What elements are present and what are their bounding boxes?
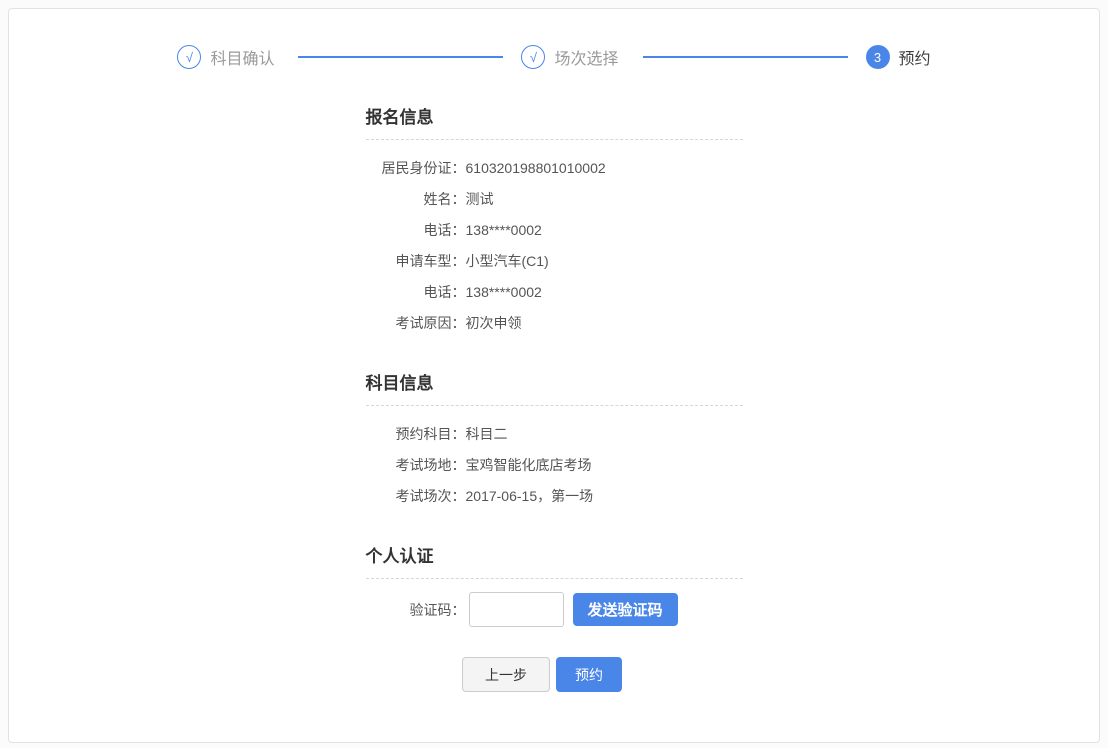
submit-appointment-button[interactable]: 预约 <box>556 657 622 692</box>
stepper-connector <box>643 56 848 58</box>
personal-verification-section: 个人认证 验证码： 发送验证码 <box>366 542 743 627</box>
personal-verification-title: 个人认证 <box>366 542 743 567</box>
row-value: 138****0002 <box>466 215 542 246</box>
info-row-exam-site: 考试场地： 宝鸡智能化底店考场 <box>366 450 743 481</box>
dashed-divider <box>366 405 743 406</box>
row-label: 电话： <box>366 215 466 246</box>
row-label: 考试场次： <box>366 481 466 512</box>
row-label: 申请车型： <box>366 246 466 277</box>
info-row-booked-subject: 预约科目： 科目二 <box>366 419 743 450</box>
row-label: 考试原因： <box>366 308 466 339</box>
info-row-exam-reason: 考试原因： 初次申领 <box>366 308 743 339</box>
row-value: 宝鸡智能化底店考场 <box>466 450 592 481</box>
dashed-divider <box>366 578 743 579</box>
stepper-connector <box>298 56 503 58</box>
verification-code-label: 验证码： <box>366 600 466 620</box>
appointment-card: √ 科目确认 √ 场次选择 3 预约 报名信息 居民身份证： 610320198… <box>8 8 1100 743</box>
row-label: 预约科目： <box>366 419 466 450</box>
step-3-label: 预约 <box>899 45 931 69</box>
registration-info-section: 报名信息 居民身份证： 610320198801010002 姓名： 测试 电话… <box>366 103 743 339</box>
wizard-stepper: √ 科目确认 √ 场次选择 3 预约 <box>9 45 1099 69</box>
step-2-label: 场次选择 <box>554 45 618 69</box>
action-buttons: 上一步 预约 <box>366 657 719 692</box>
info-row-vehicle-type: 申请车型： 小型汽车(C1) <box>366 246 743 277</box>
step-1-label: 科目确认 <box>210 45 274 69</box>
back-button[interactable]: 上一步 <box>462 657 550 692</box>
step-3-number: 3 <box>866 45 890 69</box>
subject-info-section: 科目信息 预约科目： 科目二 考试场地： 宝鸡智能化底店考场 考试场次： 201… <box>366 369 743 512</box>
row-value: 测试 <box>466 184 494 215</box>
row-value: 小型汽车(C1) <box>466 246 549 277</box>
row-label: 电话： <box>366 277 466 308</box>
row-value: 138****0002 <box>466 277 542 308</box>
send-code-button[interactable]: 发送验证码 <box>573 593 678 626</box>
step-subject-confirm: √ 科目确认 <box>177 45 274 69</box>
verification-code-input[interactable] <box>469 592 564 627</box>
info-row-phone: 电话： 138****0002 <box>366 215 743 246</box>
registration-info-title: 报名信息 <box>366 103 743 128</box>
step-1-check-icon: √ <box>177 45 201 69</box>
verification-code-row: 验证码： 发送验证码 <box>366 592 743 627</box>
info-row-id-card: 居民身份证： 610320198801010002 <box>366 153 743 184</box>
info-row-name: 姓名： 测试 <box>366 184 743 215</box>
subject-info-title: 科目信息 <box>366 369 743 394</box>
step-appointment: 3 预约 <box>866 45 931 69</box>
row-label: 居民身份证： <box>366 153 466 184</box>
row-value: 初次申领 <box>466 308 522 339</box>
row-value: 2017-06-15，第一场 <box>466 481 594 512</box>
row-label: 考试场地： <box>366 450 466 481</box>
row-label: 姓名： <box>366 184 466 215</box>
content-area: 报名信息 居民身份证： 610320198801010002 姓名： 测试 电话… <box>366 103 743 692</box>
info-row-phone-2: 电话： 138****0002 <box>366 277 743 308</box>
step-session-select: √ 场次选择 <box>521 45 618 69</box>
info-row-exam-session: 考试场次： 2017-06-15，第一场 <box>366 481 743 512</box>
dashed-divider <box>366 139 743 140</box>
row-value: 科目二 <box>466 419 508 450</box>
row-value: 610320198801010002 <box>466 153 606 184</box>
step-2-check-icon: √ <box>521 45 545 69</box>
